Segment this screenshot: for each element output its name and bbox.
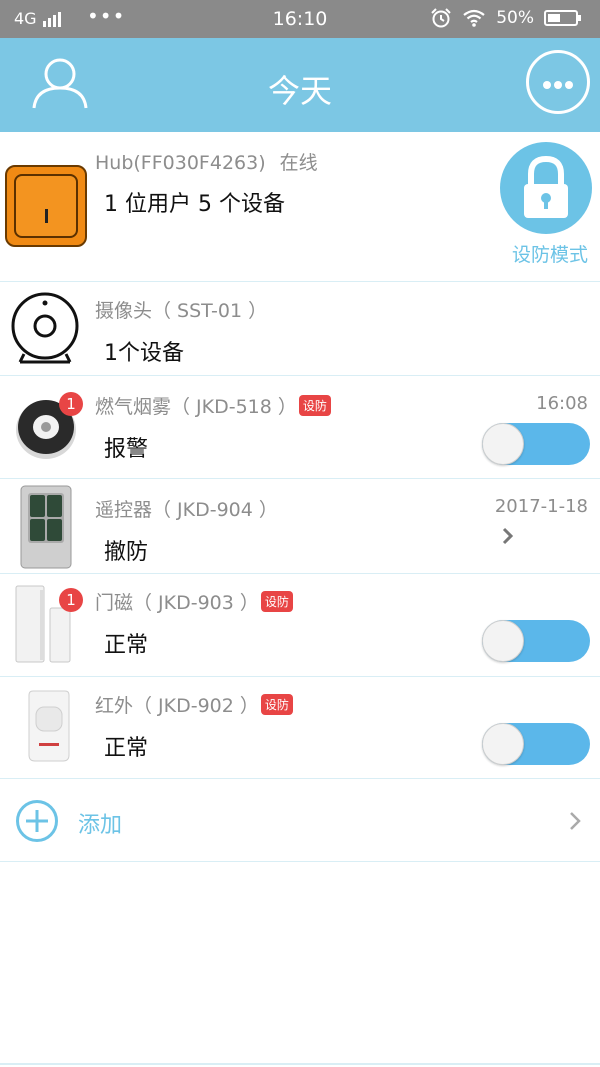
arm-toggle[interactable]: [482, 423, 590, 465]
toggle-knob: [482, 620, 524, 662]
more-dot-icon: [543, 81, 551, 89]
alert-count-badge: 1: [59, 392, 83, 416]
add-label: 添加: [78, 813, 123, 838]
hub-row[interactable]: Hub(FF030F4263) 在线 1 位用户 5 个设备 设防模式: [0, 132, 600, 282]
battery-percent: 50%: [496, 8, 534, 28]
remote-control-icon: [20, 485, 72, 569]
chevron-right-icon[interactable]: [502, 527, 514, 545]
device-date: 2017-1-18: [494, 496, 588, 517]
more-dot-icon: [554, 81, 562, 89]
add-circle-icon: [16, 800, 58, 842]
status-bar: 4G ••• 16:10 50%: [0, 0, 600, 38]
hub-summary: 1 位用户 5 个设备: [104, 192, 285, 217]
device-status: 正常: [104, 736, 149, 761]
more-dot-icon: [565, 81, 573, 89]
page-title: 今天: [267, 72, 332, 110]
device-name: 摄像头（ SST-01 ）: [95, 300, 268, 322]
alarm-clock-icon: [431, 8, 451, 28]
device-row-remote[interactable]: 遥控器（ JKD-904 ） 2017-1-18 撤防: [0, 479, 600, 574]
device-row-gas-smoke[interactable]: 1 燃气烟雾（ JKD-518 ）设防 16:08 报警: [0, 376, 600, 479]
battery-icon: [544, 10, 581, 26]
armed-tag: 设防: [260, 694, 293, 715]
more-options-button[interactable]: [526, 50, 590, 114]
device-name: 遥控器（ JKD-904 ）: [95, 499, 278, 521]
app-header: 今天: [0, 38, 600, 132]
arm-mode-label[interactable]: 设防模式: [512, 240, 588, 267]
hub-name: Hub(FF030F4263): [95, 152, 266, 174]
toggle-knob: [482, 723, 524, 765]
add-device-row[interactable]: 添加: [0, 779, 600, 862]
device-row-pir[interactable]: 红外（ JKD-902 ）设防 正常: [0, 677, 600, 779]
toggle-knob: [482, 423, 524, 465]
device-time: 16:08: [536, 393, 588, 414]
device-status: 撤防: [104, 540, 149, 565]
hub-online-status: 在线: [279, 152, 318, 174]
lock-icon: [524, 155, 568, 218]
arm-mode-button[interactable]: [500, 142, 592, 234]
alert-count-badge: 1: [59, 588, 83, 612]
device-status: 正常: [104, 633, 149, 658]
pir-motion-sensor-icon: [28, 690, 70, 762]
device-name-line: 红外（ JKD-902 ）设防: [95, 691, 293, 718]
device-name-line: 门磁（ JKD-903 ）设防: [95, 588, 293, 615]
device-status: 报警: [104, 437, 149, 462]
status-right: 50%: [430, 8, 581, 28]
camera-icon: [11, 292, 79, 364]
wifi-icon: [463, 9, 485, 27]
device-name: 门磁（ JKD-903 ）: [95, 592, 259, 614]
device-name: 红外（ JKD-902 ）: [95, 695, 259, 717]
arm-toggle[interactable]: [482, 620, 590, 662]
device-name-line: 燃气烟雾（ JKD-518 ）设防: [95, 392, 331, 419]
device-status: 1个设备: [104, 341, 184, 366]
bottom-divider: [0, 1063, 600, 1065]
chevron-right-icon: [570, 812, 581, 830]
hub-title: Hub(FF030F4263) 在线: [95, 148, 318, 175]
armed-tag: 设防: [260, 591, 293, 612]
arm-toggle[interactable]: [482, 723, 590, 765]
device-row-door-sensor[interactable]: 1 门磁（ JKD-903 ）设防 正常: [0, 574, 600, 677]
hub-device-icon: [5, 165, 87, 247]
armed-tag: 设防: [298, 395, 331, 416]
device-row-camera[interactable]: 摄像头（ SST-01 ） 1个设备: [0, 282, 600, 376]
device-name: 燃气烟雾（ JKD-518 ）: [95, 396, 297, 418]
